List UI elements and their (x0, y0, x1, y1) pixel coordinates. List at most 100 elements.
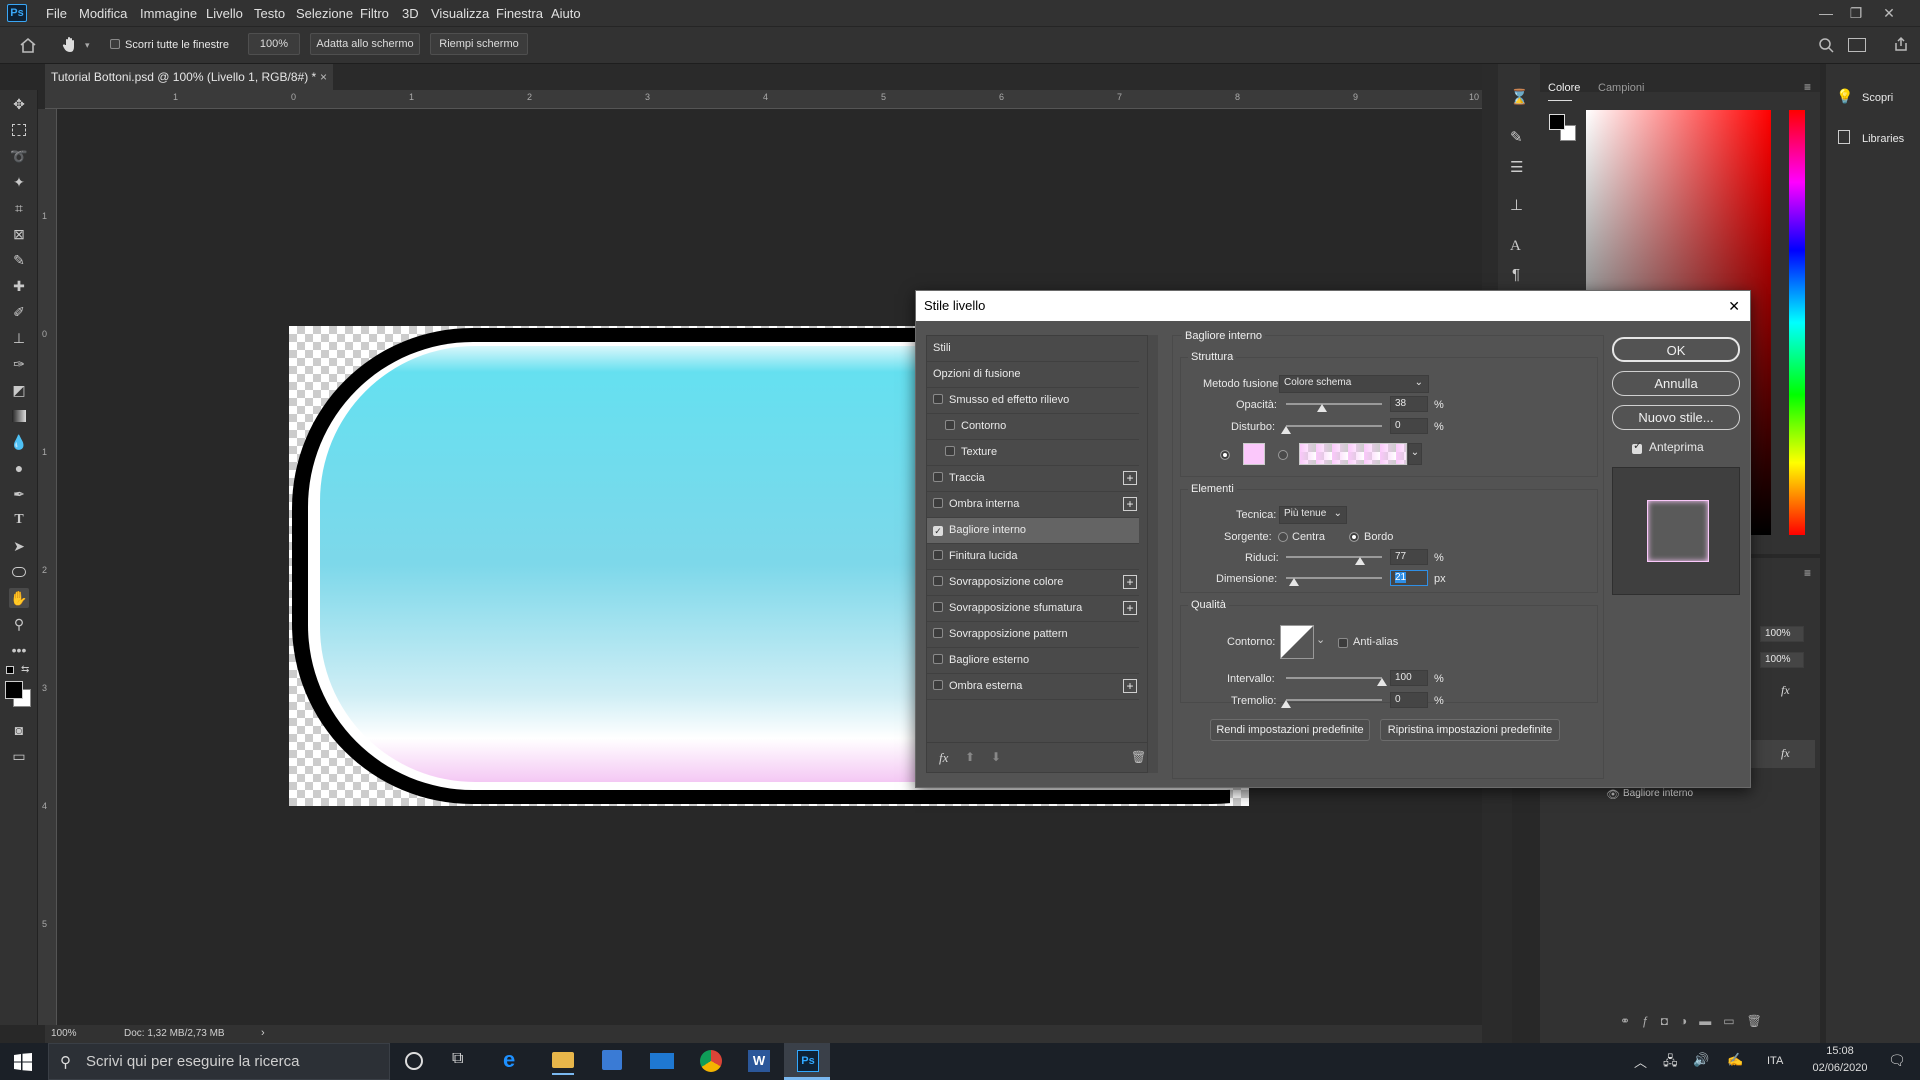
lasso-tool-icon[interactable]: ➰ (9, 146, 29, 166)
menu-modifica[interactable]: Modifica (79, 6, 127, 21)
style-item[interactable]: Bagliore esterno (927, 648, 1139, 674)
opacity-slider-track[interactable] (1286, 403, 1382, 405)
style-item-checkbox[interactable] (933, 498, 943, 508)
foreground-color-swatch[interactable] (5, 681, 23, 699)
hue-slider[interactable] (1789, 110, 1805, 535)
close-window-icon[interactable]: ✕ (1878, 2, 1900, 24)
move-tool-icon[interactable]: ✥ (9, 94, 29, 114)
style-item[interactable]: Smusso ed effetto rilievo (927, 388, 1139, 414)
add-style-fx-icon[interactable]: fx (939, 750, 948, 766)
source-center-radio[interactable] (1278, 532, 1288, 542)
task-view-icon[interactable]: ⧉ (452, 1050, 463, 1068)
dialog-close-icon[interactable]: ✕ (1728, 291, 1740, 321)
layers-footer-icons[interactable]: ⚭ƒ◘◑▬▭🗑 (1540, 1014, 1820, 1038)
preview-checkbox[interactable] (1632, 442, 1648, 456)
crop-tool-icon[interactable]: ⌗ (9, 198, 29, 218)
move-up-icon[interactable]: ⬆ (965, 750, 975, 764)
style-item-checkbox[interactable] (933, 576, 943, 586)
menu-aiuto[interactable]: Aiuto (551, 6, 581, 21)
contour-chevron-icon[interactable]: ⌄ (1316, 633, 1325, 646)
noise-slider-track[interactable] (1286, 425, 1382, 427)
tab-colore[interactable]: Colore (1548, 82, 1580, 94)
style-item[interactable]: Ombra esterna + (927, 674, 1139, 700)
layer-effect-bagliore[interactable]: Bagliore interno (1623, 788, 1693, 799)
menu-filtro[interactable]: Filtro (360, 6, 389, 21)
glow-color-radio[interactable] (1220, 450, 1230, 460)
add-effect-plus-icon[interactable]: + (1123, 497, 1137, 511)
home-icon[interactable] (18, 36, 38, 54)
style-item[interactable]: Sovrapposizione pattern (927, 622, 1139, 648)
add-effect-plus-icon[interactable]: + (1123, 601, 1137, 615)
styles-list-scrollbar[interactable] (1148, 335, 1158, 773)
style-item[interactable]: Sovrapposizione colore + (927, 570, 1139, 596)
antialias-label[interactable]: Anti-alias (1353, 636, 1398, 648)
cancel-button[interactable]: Annulla (1612, 371, 1740, 396)
screen-mode-icon[interactable]: ▭ (9, 746, 29, 766)
clone-source-icon[interactable]: ⊥ (1510, 196, 1523, 214)
type-tool-icon[interactable]: T (9, 510, 29, 530)
choke-field[interactable]: 77 (1390, 549, 1428, 565)
store-icon[interactable] (602, 1050, 622, 1070)
contour-preview[interactable] (1280, 625, 1314, 659)
marquee-tool-icon[interactable] (9, 120, 29, 140)
blend-mode-select[interactable]: Colore schema ⌄ (1279, 375, 1429, 393)
style-item-checkbox[interactable] (933, 550, 943, 560)
source-edge-label[interactable]: Bordo (1364, 531, 1393, 543)
magic-wand-icon[interactable]: ✦ (9, 172, 29, 192)
glow-color-swatch[interactable] (1243, 443, 1265, 465)
size-slider-thumb[interactable] (1288, 578, 1299, 586)
fit-screen-button[interactable]: Adatta allo schermo (310, 33, 420, 55)
document-tab-close[interactable]: × (320, 64, 327, 90)
style-item-checkbox[interactable] (933, 628, 943, 638)
glow-gradient-radio[interactable] (1278, 450, 1288, 460)
source-edge-radio[interactable] (1349, 532, 1359, 542)
file-explorer-icon[interactable] (552, 1052, 574, 1068)
menu-visualizza[interactable]: Visualizza (431, 6, 489, 21)
clock-date[interactable]: 02/06/2020 (1808, 1062, 1872, 1074)
opacity-slider-thumb[interactable] (1317, 404, 1328, 412)
layer-fx-icon[interactable]: fx (1781, 683, 1790, 698)
status-arrow-icon[interactable]: › (261, 1027, 265, 1039)
panel-foreground-swatch[interactable] (1549, 114, 1565, 130)
minimize-icon[interactable]: — (1815, 2, 1837, 24)
style-item-checkbox[interactable] (933, 394, 943, 404)
healing-brush-icon[interactable]: ✚ (9, 276, 29, 296)
discover-label[interactable]: Scopri (1862, 92, 1893, 104)
history-icon[interactable]: ⌛ (1510, 88, 1529, 106)
brush-tool-icon[interactable]: ✐ (9, 302, 29, 322)
add-effect-plus-icon[interactable]: + (1123, 471, 1137, 485)
style-item-checkbox[interactable] (945, 420, 955, 430)
style-item-checkbox[interactable] (945, 446, 955, 456)
brush-settings-icon[interactable]: ✎ (1510, 128, 1523, 146)
menu-3d[interactable]: 3D (402, 6, 419, 21)
path-select-icon[interactable]: ➤ (9, 536, 29, 556)
dodge-tool-icon[interactable]: ● (9, 458, 29, 478)
styles-header[interactable]: Stili (927, 336, 1139, 362)
style-item-checkbox[interactable]: ✓ (933, 526, 943, 536)
style-item-checkbox[interactable] (933, 680, 943, 690)
more-tools-icon[interactable]: ••• (9, 640, 29, 660)
menu-finestra[interactable]: Finestra (496, 6, 543, 21)
workspace-icon[interactable] (1848, 38, 1866, 52)
tool-preset-chevron-icon[interactable]: ▾ (85, 40, 90, 51)
jitter-slider-thumb[interactable] (1281, 700, 1291, 708)
size-slider-track[interactable] (1286, 577, 1382, 579)
volume-icon[interactable]: 🔊 (1693, 1052, 1709, 1068)
clock-time[interactable]: 15:08 (1815, 1045, 1865, 1057)
cortana-icon[interactable] (405, 1052, 423, 1070)
range-slider-track[interactable] (1286, 677, 1382, 679)
blend-options-item[interactable]: Opzioni di fusione (927, 362, 1139, 388)
layer-fx-icon[interactable]: fx (1781, 746, 1790, 761)
fill-screen-button[interactable]: Riempi schermo (430, 33, 528, 55)
noise-field[interactable]: 0 (1390, 418, 1428, 434)
libraries-icon[interactable] (1838, 130, 1850, 144)
style-item-checkbox[interactable] (933, 472, 943, 482)
style-item[interactable]: ✓ Bagliore interno (927, 518, 1139, 544)
chrome-icon[interactable] (700, 1050, 722, 1072)
character-icon[interactable]: A (1510, 238, 1521, 255)
notifications-icon[interactable]: 🗨 (1888, 1052, 1906, 1069)
add-effect-plus-icon[interactable]: + (1123, 679, 1137, 693)
style-item[interactable]: Sovrapposizione sfumatura + (927, 596, 1139, 622)
quick-mask-icon[interactable]: ◙ (9, 720, 29, 740)
move-down-icon[interactable]: ⬇ (991, 750, 1001, 764)
